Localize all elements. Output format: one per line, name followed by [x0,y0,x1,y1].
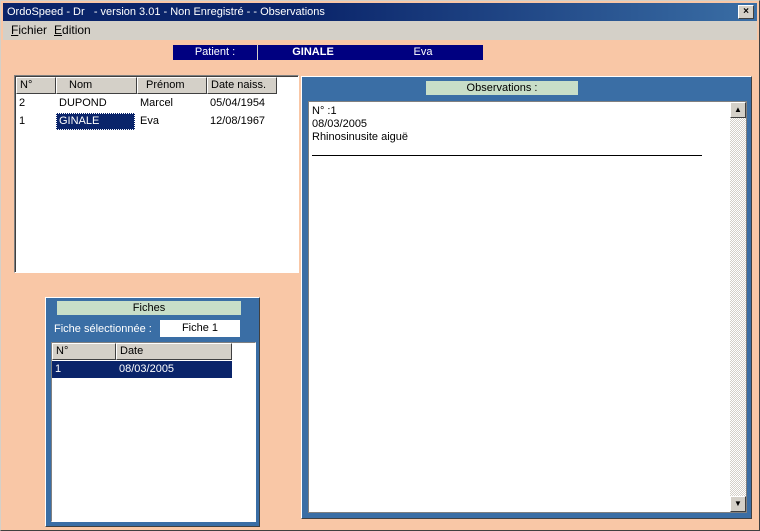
close-button[interactable]: × [738,5,754,19]
fiches-list[interactable]: N° Date 1 08/03/2005 [51,342,256,522]
column-header-nom[interactable]: Nom [56,77,137,94]
patient-separator [257,45,258,60]
triangle-down-icon: ▼ [734,499,742,508]
patients-list[interactable]: N° Nom Prénom Date naiss. 2 DUPOND Marce… [14,75,299,273]
table-row[interactable]: 2 DUPOND Marcel 05/04/1954 [16,95,278,112]
cell-numero: 2 [19,97,26,109]
column-header-date[interactable]: Date [116,343,232,360]
table-row-selected[interactable]: 1 08/03/2005 [52,361,232,378]
app-window: OrdoSpeed - Dr - version 3.01 - Non Enre… [0,0,760,531]
cell-date: 08/03/2005 [119,363,175,375]
observations-scrollbar[interactable]: ▲ ▼ [730,101,747,513]
column-header-date-naiss[interactable]: Date naiss. [207,77,277,94]
patient-label: Patient : [194,46,236,58]
cell-prenom: Marcel [140,97,174,109]
fiches-title: Fiches [57,301,241,315]
patient-header: Patient : GINALE Eva [173,45,483,60]
cell-date-naiss: 12/08/1967 [210,115,266,127]
fiche-selected-value: Fiche 1 [160,320,240,337]
menu-bar: Fichier Edition [3,21,757,40]
cell-numero: 1 [19,115,26,127]
fiche-selected-label: Fiche sélectionnée : [54,323,152,335]
observations-title: Observations : [426,81,578,95]
observation-line: Rhinosinusite aiguë [312,131,409,143]
cell-nom: DUPOND [59,97,107,109]
patient-nom: GINALE [292,46,334,58]
observations-panel: Observations : N° :1 08/03/2005 Rhinosin… [301,76,752,519]
cell-date-naiss: 05/04/1954 [210,97,266,109]
observation-line: 08/03/2005 [312,118,368,130]
menu-edition[interactable]: Edition [54,23,91,38]
column-header-numero[interactable]: N° [52,343,116,360]
cell-numero: 1 [55,363,62,375]
table-row[interactable]: 1 GINALE Eva 12/08/1967 [16,113,278,130]
fiches-panel: Fiches Fiche sélectionnée : Fiche 1 N° D… [45,297,260,527]
cell-prenom: Eva [140,115,159,127]
observations-textarea[interactable]: N° :1 08/03/2005 Rhinosinusite aiguë [308,101,731,513]
column-header-prenom[interactable]: Prénom [137,77,207,94]
observation-line: N° :1 [312,105,337,117]
window-title: OrdoSpeed - Dr - version 3.01 - Non Enre… [7,6,325,18]
title-bar[interactable]: OrdoSpeed - Dr - version 3.01 - Non Enre… [3,3,757,21]
column-header-numero[interactable]: N° [16,77,56,94]
patient-prenom: Eva [413,46,433,58]
observation-divider [312,155,702,156]
scroll-up-button[interactable]: ▲ [730,102,746,118]
triangle-up-icon: ▲ [734,105,742,114]
scroll-down-button[interactable]: ▼ [730,496,746,512]
menu-fichier[interactable]: Fichier [11,23,47,38]
cell-nom-selected: GINALE [56,113,135,130]
